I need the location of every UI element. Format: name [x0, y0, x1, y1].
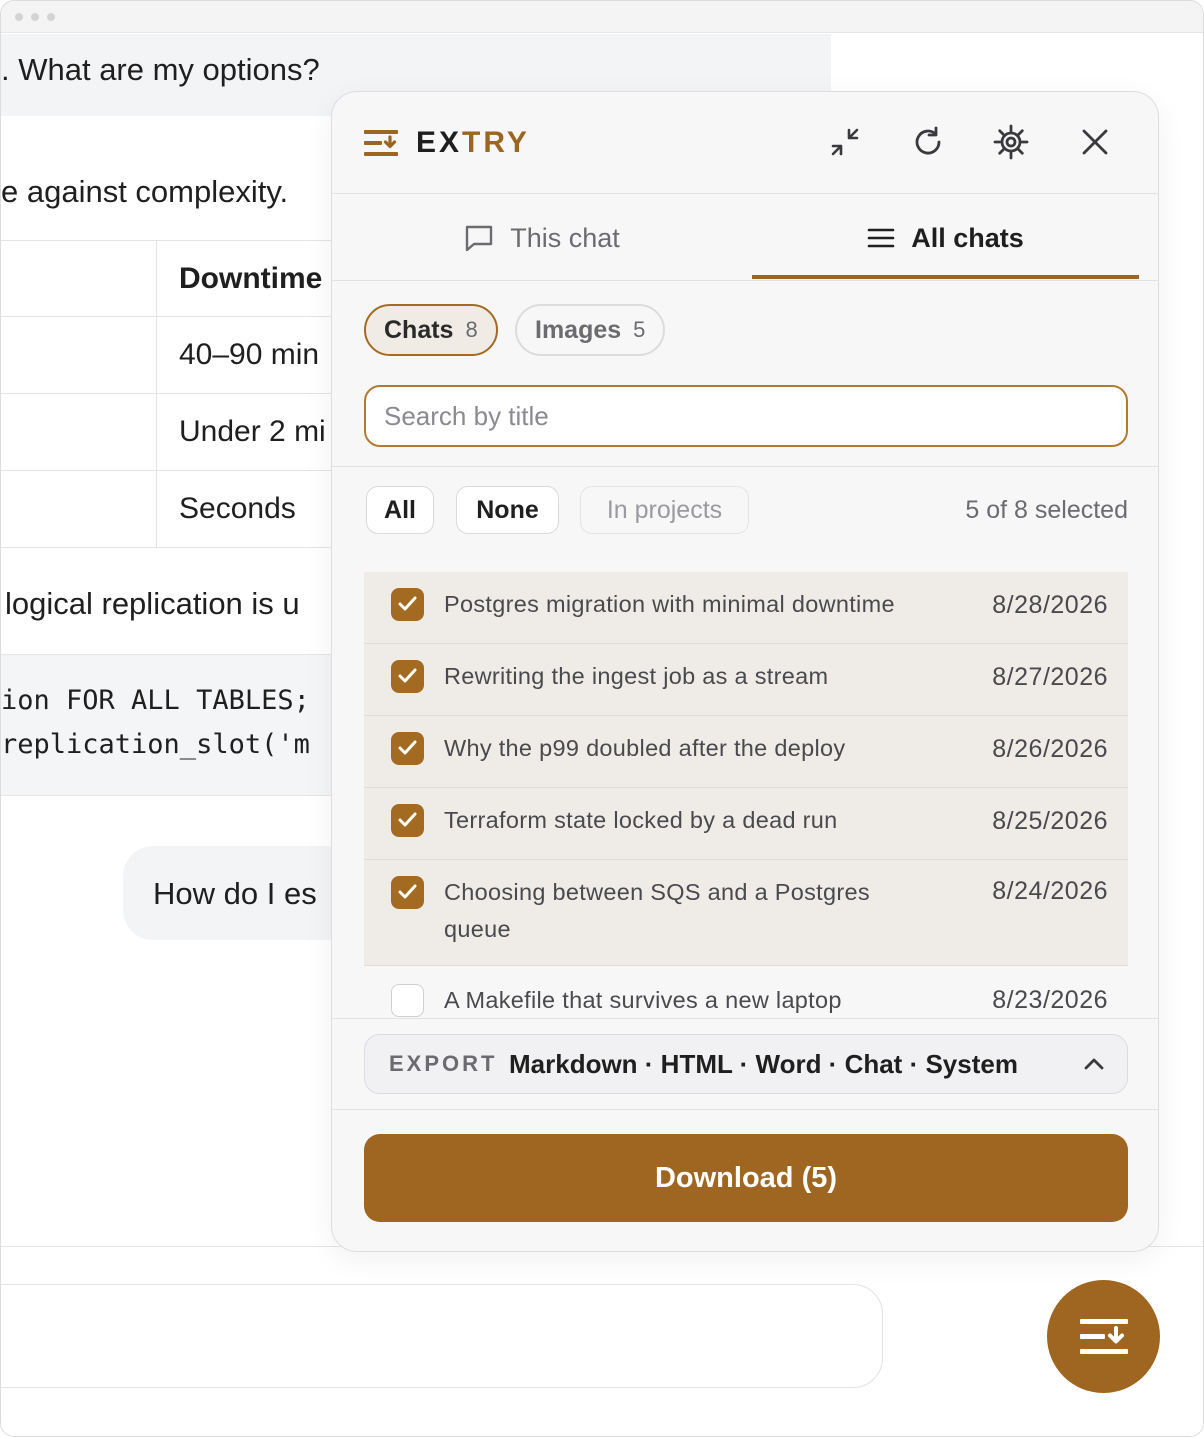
- row-checkbox[interactable]: [391, 588, 424, 621]
- selection-filter-row: All None In projects 5 of 8 selected: [332, 468, 1158, 558]
- export-section: EXPORT Markdown · HTML · Word · Chat · S…: [332, 1018, 1158, 1110]
- table-row: 40–90 min: [1, 317, 341, 394]
- checkmark-icon: [398, 668, 417, 683]
- settings-button[interactable]: [991, 122, 1031, 162]
- chat-date: 8/27/2026: [992, 663, 1108, 691]
- chat-bubble-icon: [466, 225, 493, 252]
- table-row: Under 2 mi: [1, 394, 341, 471]
- export-formats: Markdown · HTML · Word · Chat · System: [509, 1048, 1018, 1079]
- chat-date: 8/24/2026: [992, 877, 1108, 905]
- table-row: Seconds: [1, 471, 341, 548]
- checkmark-icon: [398, 812, 417, 827]
- close-button[interactable]: [1075, 122, 1115, 162]
- chat-date: 8/23/2026: [992, 986, 1108, 1014]
- table-cell: Under 2 mi: [156, 394, 326, 470]
- gear-icon: [993, 124, 1029, 160]
- list-item[interactable]: Terraform state locked by a dead run 8/2…: [364, 788, 1128, 860]
- code-line: replication_slot('m: [1, 729, 310, 760]
- refresh-icon: [915, 126, 941, 155]
- segment-label: Images: [535, 315, 622, 344]
- code-block: ion FOR ALL TABLES; replication_slot('m: [1, 654, 341, 796]
- collapse-icon: [831, 128, 859, 156]
- chat-title: Terraform state locked by a dead run: [444, 807, 838, 833]
- panel-header: EXTRY: [332, 92, 1158, 194]
- row-checkbox[interactable]: [391, 876, 424, 909]
- checkmark-icon: [398, 740, 417, 755]
- select-none-button[interactable]: None: [456, 486, 559, 534]
- tab-all-chats[interactable]: All chats: [752, 195, 1139, 281]
- extension-fab-button[interactable]: [1047, 1280, 1160, 1393]
- close-icon: [1082, 129, 1108, 155]
- segment-chats[interactable]: Chats 8: [364, 304, 498, 356]
- row-checkbox[interactable]: [391, 804, 424, 837]
- refresh-button[interactable]: [908, 122, 948, 162]
- segment-images[interactable]: Images 5: [515, 304, 666, 356]
- collapse-button[interactable]: [825, 122, 865, 162]
- logo-icon: [1079, 1318, 1128, 1354]
- chat-title: Why the p99 doubled after the deploy: [444, 735, 846, 761]
- chat-date: 8/26/2026: [992, 735, 1108, 763]
- chat-paragraph: logical replication is u: [5, 586, 300, 621]
- brand-name: EXTRY: [416, 126, 530, 160]
- select-all-button[interactable]: All: [366, 486, 434, 534]
- table-cell: 40–90 min: [156, 317, 319, 393]
- chat-date: 8/25/2026: [992, 807, 1108, 835]
- table-row: Downtime: [1, 240, 341, 317]
- export-label: EXPORT: [389, 1051, 498, 1076]
- list-item[interactable]: Rewriting the ingest job as a stream 8/2…: [364, 644, 1128, 716]
- segment-count: 8: [465, 317, 478, 342]
- checkmark-icon: [398, 884, 417, 899]
- segment-label: Chats: [384, 315, 454, 344]
- list-item[interactable]: Choosing between SQS and a Postgres queu…: [364, 860, 1128, 966]
- chat-title: Rewriting the ingest job as a stream: [444, 663, 829, 689]
- list-item[interactable]: A Makefile that survives a new laptop 8/…: [364, 966, 1128, 1019]
- comparison-table: Downtime 40–90 min Under 2 mi Seconds: [1, 240, 341, 548]
- user-message-text: How do I es: [153, 876, 317, 911]
- title-bar: [1, 1, 1203, 33]
- list-item[interactable]: Why the p99 doubled after the deploy 8/2…: [364, 716, 1128, 788]
- content-type-section: Chats 8 Images 5: [332, 282, 1158, 467]
- chat-title: Postgres migration with minimal downtime: [444, 591, 895, 617]
- list-item[interactable]: Postgres migration with minimal downtime…: [364, 572, 1128, 644]
- logo-icon: [364, 130, 398, 156]
- window-dot[interactable]: [31, 13, 39, 21]
- export-panel: EXTRY This chat All chats Chats 8 Images…: [331, 91, 1159, 1252]
- active-tab-indicator: [752, 275, 1139, 279]
- row-checkbox[interactable]: [391, 732, 424, 765]
- row-checkbox[interactable]: [391, 984, 424, 1017]
- brand-part: TRY: [462, 126, 530, 159]
- chat-title: Choosing between SQS and a Postgres queu…: [444, 879, 870, 942]
- table-cell: Seconds: [156, 471, 296, 547]
- code-line: ion FOR ALL TABLES;: [1, 685, 310, 716]
- message-composer[interactable]: [1, 1284, 883, 1388]
- tab-this-chat[interactable]: This chat: [332, 195, 752, 281]
- row-checkbox[interactable]: [391, 660, 424, 693]
- selection-count: 5 of 8 selected: [965, 496, 1128, 524]
- bubble-text: . What are my options?: [1, 52, 320, 87]
- tab-label: This chat: [510, 222, 620, 253]
- in-projects-button[interactable]: In projects: [580, 486, 749, 534]
- window-dot[interactable]: [47, 13, 55, 21]
- checkmark-icon: [398, 596, 417, 611]
- export-format-selector[interactable]: EXPORT Markdown · HTML · Word · Chat · S…: [364, 1034, 1128, 1094]
- chat-paragraph: e against complexity.: [1, 174, 289, 209]
- search-input[interactable]: [364, 385, 1128, 447]
- app-window: . What are my options? e against complex…: [0, 0, 1204, 1437]
- chat-title: A Makefile that survives a new laptop: [444, 987, 842, 1013]
- chat-date: 8/28/2026: [992, 591, 1108, 619]
- window-dot[interactable]: [15, 13, 23, 21]
- chevron-up-icon: [1084, 1058, 1104, 1070]
- tab-label: All chats: [911, 222, 1024, 253]
- chat-list[interactable]: Postgres migration with minimal downtime…: [364, 572, 1128, 1019]
- download-button[interactable]: Download (5): [364, 1134, 1128, 1222]
- scope-tabs: This chat All chats: [332, 195, 1158, 281]
- segment-count: 5: [633, 317, 646, 342]
- table-header-cell: Downtime: [156, 241, 322, 316]
- menu-icon: [867, 228, 895, 248]
- brand-part: EX: [416, 126, 463, 159]
